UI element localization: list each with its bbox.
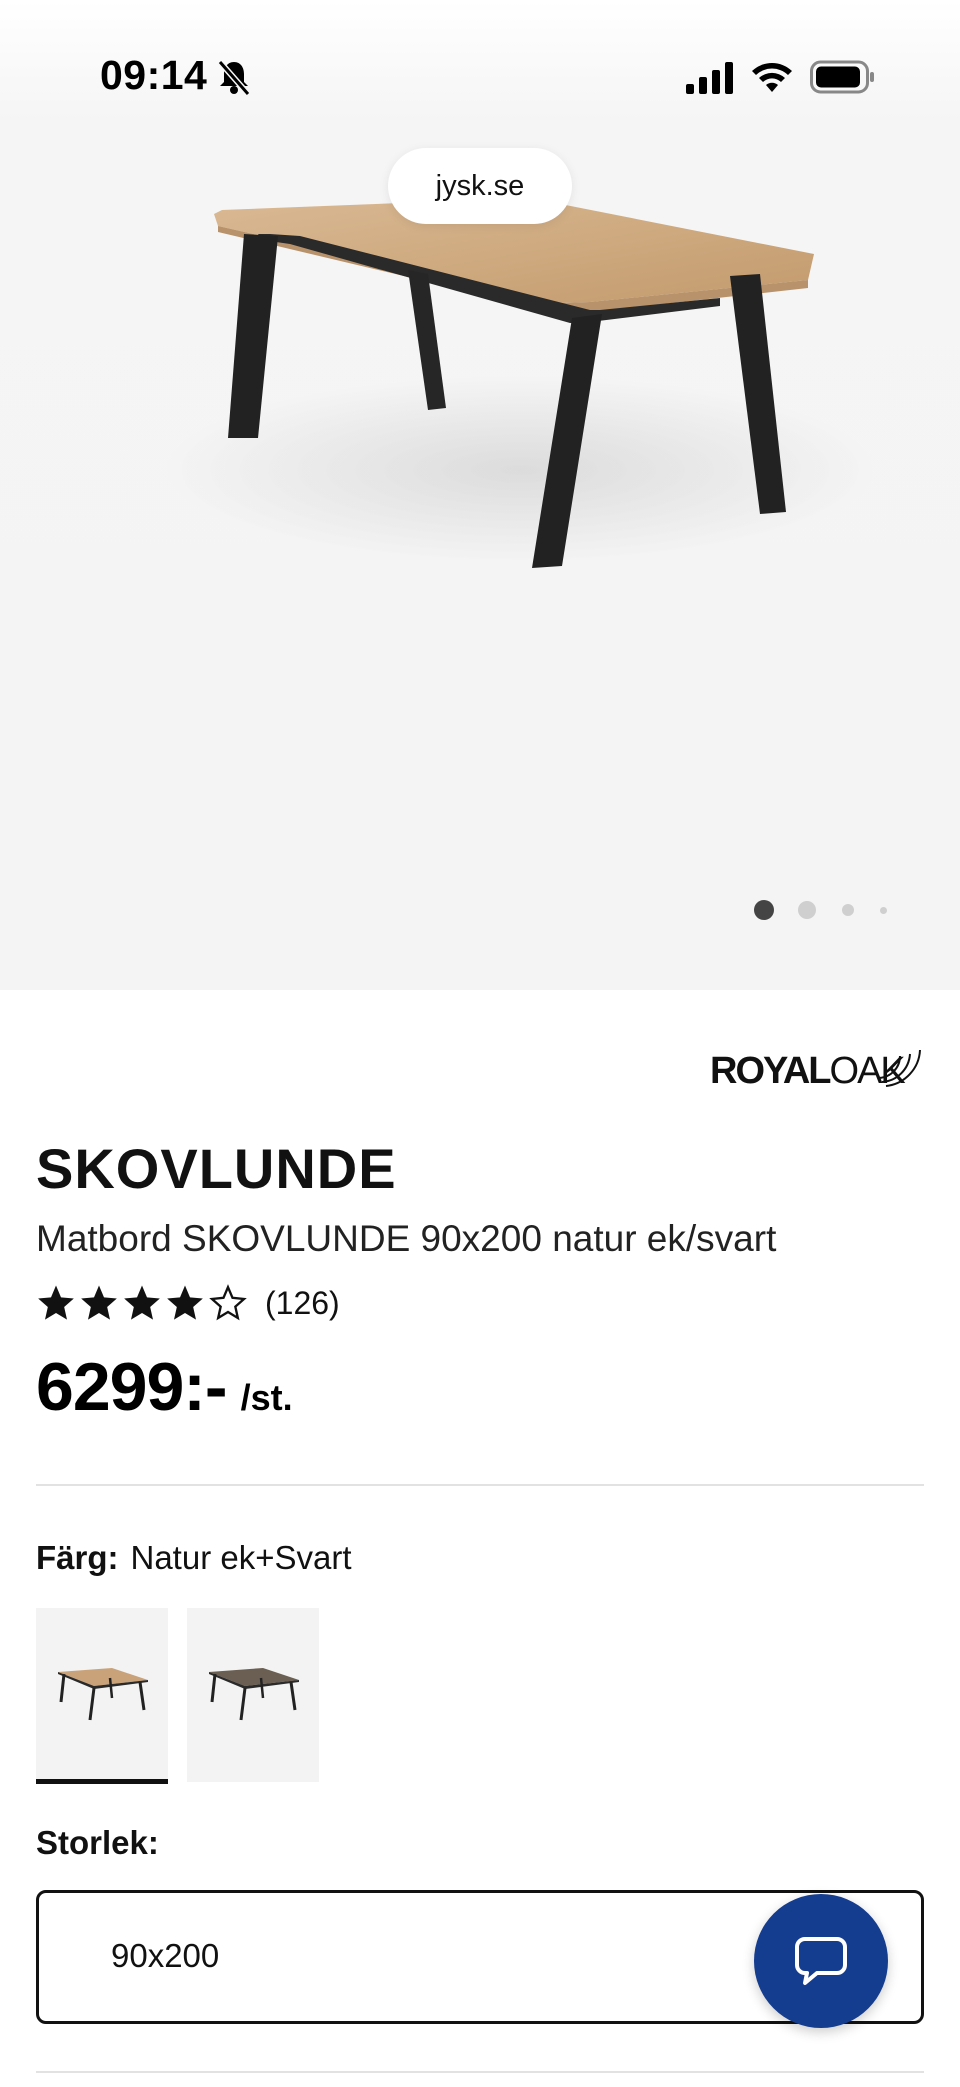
brand-logo-royal: ROYAL [710, 1050, 832, 1092]
product-name: SKOVLUNDE [36, 1137, 397, 1200]
product-price: 6299:- [36, 1349, 228, 1425]
url-text: jysk.se [435, 169, 525, 202]
color-option: Färg: Natur ek+Svart [36, 1539, 352, 1577]
star-filled-icon [167, 1285, 203, 1320]
star-empty-icon [209, 1284, 247, 1321]
brand-arcs-icon [877, 1049, 921, 1087]
swatch-table-image [58, 1668, 148, 1721]
divider [36, 1484, 924, 1486]
review-count[interactable]: (126) [265, 1285, 340, 1322]
brand-logo[interactable]: ROYALOAK [710, 1028, 926, 1096]
divider [36, 2071, 924, 2073]
color-swatch-natur-ek-svart[interactable] [36, 1608, 168, 1784]
chat-button[interactable] [754, 1894, 888, 2028]
price-row: 6299:- /st. [36, 1348, 293, 1426]
url-bar[interactable]: jysk.se [388, 148, 572, 224]
bell-slash-icon [217, 60, 251, 96]
size-label: Storlek: [36, 1824, 159, 1861]
gallery-dot-active[interactable] [754, 900, 774, 920]
product-rating[interactable]: (126) [36, 1280, 340, 1326]
chat-bubble-icon [795, 1937, 847, 1985]
signal-icon [686, 62, 733, 94]
gallery-pagination [754, 898, 894, 922]
product-description: Matbord SKOVLUNDE 90x200 natur ek/svart [36, 1218, 777, 1259]
star-filled-icon [124, 1285, 160, 1320]
star-filled-icon [38, 1285, 74, 1320]
status-time: 09:14 [100, 52, 208, 98]
product-image-gallery[interactable]: 09:14 jysk.se [0, 0, 960, 990]
wifi-icon [752, 63, 792, 92]
swatch-table-image [209, 1668, 299, 1721]
size-value: 90x200 [111, 1937, 220, 1974]
gallery-dot[interactable] [880, 907, 887, 914]
star-filled-icon [81, 1285, 117, 1320]
price-unit: /st. [240, 1377, 293, 1418]
battery-icon [810, 60, 874, 94]
color-value: Natur ek+Svart [130, 1539, 352, 1576]
color-label: Färg: [36, 1539, 119, 1576]
dining-table-image [160, 198, 880, 568]
gallery-dot[interactable] [842, 904, 854, 916]
gallery-dot[interactable] [798, 901, 816, 919]
status-bar: 09:14 [0, 0, 960, 150]
color-swatch-mork-ek-svart[interactable] [187, 1608, 319, 1782]
